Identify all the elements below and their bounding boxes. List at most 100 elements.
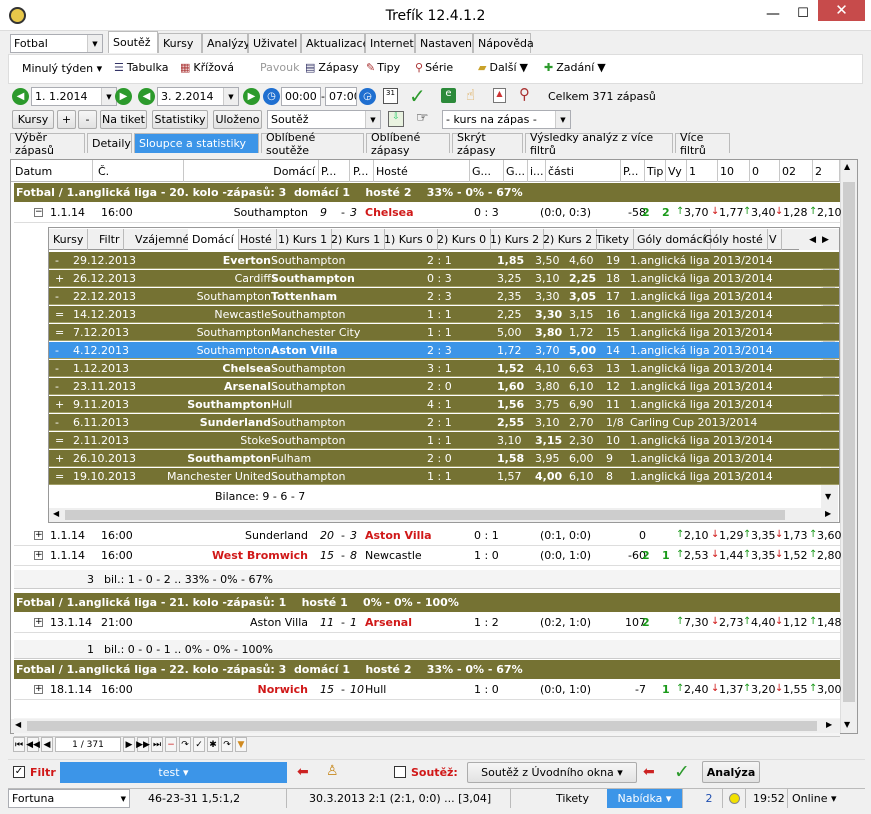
online-select[interactable]: Online ▾ [789, 789, 849, 808]
history-row[interactable]: -4.12.2013 Southampton - Aston Villa 2 : 3 1,… [49, 342, 839, 359]
expand-toggle[interactable]: + [34, 531, 43, 540]
detail-tab-8[interactable]: 2) Kurs 0 [433, 229, 492, 250]
confirm-check-icon[interactable]: ✓ [409, 84, 426, 108]
date-to-field[interactable]: 3. 2.2014 ▼ [157, 87, 239, 106]
hand-icon[interactable]: ☝ [466, 86, 475, 104]
grid-scroll-left-icon[interactable]: ◀ [15, 720, 21, 729]
column-header-5[interactable]: Hosté [374, 160, 470, 182]
detail-tab-9[interactable]: 1) Kurs 2 [486, 229, 545, 250]
minus-button[interactable]: - [78, 110, 97, 129]
next-date2-icon[interactable]: ▶ [243, 88, 260, 105]
menu-tab-0[interactable]: Soutěž [108, 31, 158, 53]
refresh-icon[interactable]: ↷ [179, 737, 191, 752]
ulozeno-button[interactable]: Uloženo [213, 110, 262, 129]
time-to-field[interactable]: 07:00 [325, 87, 357, 106]
detail-scroll-down-icon[interactable]: ▼ [825, 492, 831, 501]
history-row[interactable]: +9.11.2013 Southampton - Hull 4 : 1 1,56 3,75 6… [49, 396, 839, 413]
asterisk-icon[interactable]: ✱ [207, 737, 219, 752]
ok-check-icon[interactable]: ✓ [674, 761, 690, 783]
detail-hthumb[interactable] [65, 510, 785, 520]
search-icon[interactable]: ⚲ [519, 85, 530, 103]
excel-icon[interactable]: e [441, 88, 456, 103]
menu-tab-3[interactable]: Uživatel [248, 33, 301, 53]
column-header-3[interactable]: P... [319, 160, 350, 182]
export-icon[interactable]: ⇩ [388, 111, 404, 127]
view-tab-7[interactable]: Více filtrů [675, 131, 730, 157]
week-select[interactable]: Minulý týden ▾ [22, 62, 102, 75]
history-row[interactable]: -1.12.2013 Chelsea - Southampton 3 : 1 1,52 4,… [49, 360, 839, 377]
soutez-checkbox[interactable] [394, 766, 406, 778]
statistiky-button[interactable]: Statistiky [152, 110, 208, 129]
detail-tab-scroll[interactable]: ◀ ▶ [799, 229, 839, 250]
zadani-button[interactable]: ✚ Zadání ▼ [544, 58, 606, 76]
column-header-8[interactable]: i... [528, 160, 546, 182]
column-header-2[interactable]: Domácí [191, 160, 319, 182]
pointing-hand-icon[interactable]: ☞ [416, 110, 429, 126]
time-from-field[interactable]: 00:00 [281, 87, 321, 106]
first-page-icon[interactable]: ⏮ [13, 737, 25, 752]
menu-tab-2[interactable]: Analýzy [202, 33, 250, 53]
prev-date-icon[interactable]: ◀ [12, 88, 29, 105]
detail-tab-0[interactable]: Kursy [49, 229, 89, 250]
view-tab-5[interactable]: Skrýt zápasy [452, 131, 523, 157]
match-row[interactable]: +13.1.14 21:00 Aston Villa 11-1 Arsenal 1 : 2… [14, 613, 842, 633]
detail-tab-4[interactable]: Hosté [236, 229, 277, 250]
prev-fast-icon[interactable]: ◀◀ [26, 737, 40, 752]
expand-toggle[interactable]: + [34, 551, 43, 560]
dalsi-button[interactable]: ▰ Další ▼ [478, 58, 528, 76]
column-header-13[interactable]: 1 [687, 160, 718, 182]
check-icon[interactable]: ✓ [193, 737, 205, 752]
soutez-source-button[interactable]: Soutěž z Úvodního okna ▾ [467, 762, 637, 783]
history-row[interactable]: -22.12.2013 Southampton - Tottenham 2 : 3 2,3… [49, 288, 839, 305]
history-row[interactable]: = 2.11.2013 Stoke - Southampton 1 : 1 3,10 3,15… [49, 432, 839, 449]
tabulka-button[interactable]: ☰ Tabulka [114, 58, 168, 76]
detail-tab-2[interactable]: Vzájemné [131, 229, 195, 250]
na-tiket-button[interactable]: Na tiket [100, 110, 147, 129]
view-tab-0[interactable]: Výběr zápasů [10, 131, 85, 157]
scroll-thumb[interactable] [843, 182, 855, 702]
detail-tab-14[interactable]: V [765, 229, 782, 250]
history-row[interactable]: = 7.12.2013 Southampton - Manchester City 1 :… [49, 324, 839, 341]
menu-tab-5[interactable]: Internet [365, 33, 415, 53]
column-header-7[interactable]: G... [504, 160, 528, 182]
serie-button[interactable]: ⚲ Série [415, 58, 453, 76]
detail-tab-10[interactable]: 2) Kurs 2 [539, 229, 598, 250]
detail-tab-6[interactable]: 2) Kurs 1 [327, 229, 386, 250]
user-icon[interactable]: ♙ [326, 763, 339, 779]
match-row[interactable]: +18.1.14 16:00 Norwich 15-10 Hull 1 : 0 (0:0, … [14, 680, 842, 700]
column-header-14[interactable]: 10 [718, 160, 750, 182]
column-header-17[interactable]: 2 [813, 160, 840, 182]
detail-scroll-right-icon[interactable]: ▶ [825, 509, 831, 518]
column-header-16[interactable]: 02 [780, 160, 813, 182]
match-row[interactable]: +1.1.14 16:00 Sunderland 20-3 Aston Villa 0 :… [14, 526, 842, 546]
kurs-select[interactable]: - kurs na zápas - ▼ [442, 110, 571, 129]
menu-tab-7[interactable]: Nápověda [473, 33, 534, 53]
maximize-button[interactable]: ☐ [790, 6, 816, 24]
match-row[interactable]: +1.1.14 16:00 West Bromwich 15-8 Newcastle 1 … [14, 546, 842, 566]
column-header-15[interactable]: 0 [750, 160, 780, 182]
next-date-icon[interactable]: ▶ [115, 88, 132, 105]
filter-select[interactable]: test ▾ [60, 762, 287, 783]
history-row[interactable]: = 19.10.2013 Manchester United - Southampton… [49, 468, 839, 485]
filtr-checkbox[interactable]: ✓ [13, 766, 25, 778]
detail-tab-11[interactable]: Tikety [592, 229, 635, 250]
minimize-button[interactable]: — [760, 6, 786, 24]
pavouk-button[interactable]: Pavouk [260, 58, 299, 76]
soutez-select[interactable]: Soutěž ▼ [267, 110, 381, 129]
column-header-12[interactable]: Vy [666, 160, 687, 182]
next-fast-icon[interactable]: ▶▶ [136, 737, 150, 752]
menu-tab-1[interactable]: Kursy [158, 33, 202, 53]
scroll-up-icon[interactable]: ▲ [844, 162, 850, 171]
sport-select[interactable]: Fotbal ▼ [10, 34, 103, 53]
column-header-9[interactable]: části [546, 160, 621, 182]
close-button[interactable]: ✕ [818, 0, 865, 21]
tab-left-icon[interactable]: ◀ [809, 235, 816, 245]
history-row[interactable]: +26.10.2013 Southampton - Fulham 2 : 0 1,58 3,… [49, 450, 839, 467]
tipy-button[interactable]: ✎ Tipy [366, 58, 400, 76]
column-header-11[interactable]: Tip [645, 160, 666, 182]
history-row[interactable]: -6.11.2013 Sunderland - Southampton 2 : 1 2,5… [49, 414, 839, 431]
bookmaker-select[interactable]: Fortuna ▼ [8, 789, 130, 808]
column-header-1[interactable]: Č. [96, 160, 184, 182]
column-header-6[interactable]: G... [470, 160, 504, 182]
history-row[interactable]: = 14.12.2013 Newcastle - Southampton 1 : 1 2,2… [49, 306, 839, 323]
